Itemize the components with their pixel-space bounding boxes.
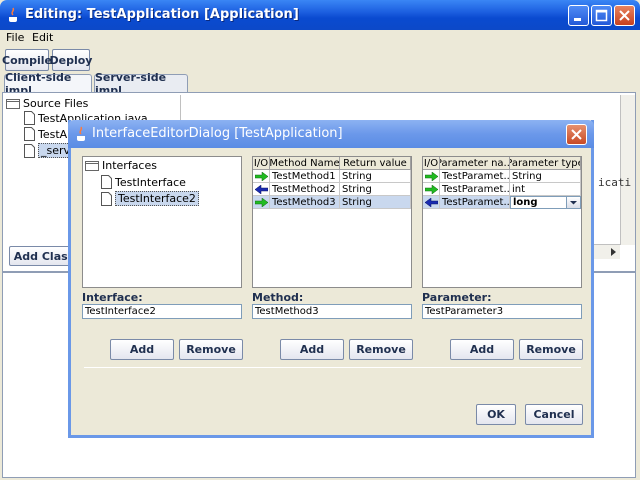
arrow-right-icon: [425, 184, 438, 194]
menubar: File Edit: [0, 30, 640, 46]
io-cell: [423, 196, 440, 209]
arrow-right-icon: [255, 197, 268, 207]
file-icon: [24, 111, 35, 125]
tree-node-interface[interactable]: TestInterface2: [101, 191, 199, 206]
window-title: Editing: TestApplication [Application]: [25, 7, 299, 22]
interface-label: Interface:: [82, 291, 143, 304]
combo-dropdown-button[interactable]: [566, 197, 580, 208]
column-header[interactable]: I/O: [423, 157, 440, 170]
close-icon: [571, 129, 582, 140]
parameter-type-combo[interactable]: long: [510, 196, 581, 209]
parameter-name-cell: TestParamet...: [440, 196, 510, 209]
tree-node-interface[interactable]: TestInterface: [101, 175, 186, 189]
arrow-left-icon: [255, 184, 268, 194]
add-parameter-button[interactable]: Add: [450, 339, 514, 360]
dialog-separator: [84, 367, 581, 368]
close-icon: [619, 10, 630, 21]
parameter-type-cell: int: [510, 183, 581, 196]
main-titlebar[interactable]: Editing: TestApplication [Application]: [0, 0, 640, 30]
tree-node-label: Source Files: [23, 97, 89, 110]
parameter-label: Parameter:: [422, 291, 492, 304]
folder-icon: [85, 161, 99, 171]
chevron-down-icon: [570, 201, 577, 205]
interfaces-tree[interactable]: Interfaces TestInterface TestInterface2: [82, 156, 242, 288]
file-icon: [24, 127, 35, 141]
menu-file[interactable]: File: [6, 31, 24, 44]
java-icon: [9, 7, 17, 22]
arrow-right-icon: [425, 171, 438, 181]
minimize-icon: [574, 18, 581, 21]
io-cell: [253, 196, 270, 209]
file-icon: [24, 143, 35, 158]
java-icon: [77, 126, 85, 141]
return-value-cell: String: [340, 196, 411, 209]
methods-table[interactable]: I/O Method Name Return value TestMethod1…: [252, 156, 412, 288]
column-header[interactable]: Return value: [340, 157, 411, 170]
maximize-icon: [595, 9, 608, 22]
tab-strip: Client-side impl. Server-side impl.: [0, 71, 640, 97]
tab-client-side[interactable]: Client-side impl.: [4, 71, 92, 97]
dialog-close-button[interactable]: [566, 124, 587, 145]
io-cell: [423, 183, 440, 196]
cancel-button[interactable]: Cancel: [525, 404, 583, 425]
tree-node-interfaces[interactable]: Interfaces: [85, 159, 157, 172]
io-cell: [253, 170, 270, 183]
arrow-left-icon: [425, 197, 438, 207]
combo-value: long: [513, 197, 538, 208]
scroll-right-icon[interactable]: [608, 247, 618, 257]
folder-icon: [6, 99, 20, 109]
method-name-cell: TestMethod2: [270, 183, 340, 196]
io-cell: [253, 183, 270, 196]
maximize-button[interactable]: [591, 5, 612, 26]
column-header[interactable]: Parameter na...: [440, 157, 510, 170]
deploy-button[interactable]: Deploy: [50, 49, 92, 71]
toolbar: Compile Deploy: [0, 46, 640, 72]
io-cell: [423, 170, 440, 183]
parameter-type-cell: String: [510, 170, 581, 183]
tab-server-side[interactable]: Server-side impl.: [94, 71, 188, 97]
ok-button[interactable]: OK: [476, 404, 516, 425]
code-snippet: icati: [598, 176, 632, 189]
dialog-titlebar[interactable]: InterfaceEditorDialog [TestApplication]: [68, 120, 594, 148]
return-value-cell: String: [340, 170, 411, 183]
tree-node-label: TestInterface: [115, 175, 186, 189]
minimize-button[interactable]: [568, 5, 589, 26]
file-icon: [101, 191, 112, 206]
return-value-cell: String: [340, 183, 411, 196]
column-header[interactable]: Parameter type: [510, 157, 581, 170]
column-header[interactable]: Method Name: [270, 157, 340, 170]
interface-field[interactable]: TestInterface2: [82, 304, 242, 319]
arrow-right-icon: [255, 171, 268, 181]
compile-button[interactable]: Compile: [2, 49, 52, 71]
interface-editor-dialog: InterfaceEditorDialog [TestApplication] …: [68, 120, 594, 438]
add-interface-button[interactable]: Add: [110, 339, 174, 360]
tree-node-source-files[interactable]: Source Files: [6, 97, 88, 110]
dialog-title: InterfaceEditorDialog [TestApplication]: [92, 126, 343, 141]
remove-method-button[interactable]: Remove: [349, 339, 413, 360]
menu-edit[interactable]: Edit: [32, 31, 53, 44]
method-label: Method:: [252, 291, 304, 304]
tree-node-label: Interfaces: [102, 159, 157, 172]
method-name-cell: TestMethod1: [270, 170, 340, 183]
remove-interface-button[interactable]: Remove: [179, 339, 243, 360]
method-field[interactable]: TestMethod3: [252, 304, 412, 319]
method-name-cell: TestMethod3: [270, 196, 340, 209]
close-button[interactable]: [614, 5, 635, 26]
parameter-name-cell: TestParamet...: [440, 170, 510, 183]
tree-node-file[interactable]: TestAp: [24, 127, 74, 141]
vertical-scrollbar[interactable]: [620, 95, 635, 245]
column-header[interactable]: I/O: [253, 157, 270, 170]
tree-node-label: TestInterface2: [115, 191, 199, 206]
parameter-field[interactable]: TestParameter3: [422, 304, 582, 319]
add-method-button[interactable]: Add: [280, 339, 344, 360]
remove-parameter-button[interactable]: Remove: [519, 339, 583, 360]
file-icon: [101, 175, 112, 189]
parameter-name-cell: TestParamet...: [440, 183, 510, 196]
parameters-table[interactable]: I/O Parameter na... Parameter type TestP…: [422, 156, 582, 288]
